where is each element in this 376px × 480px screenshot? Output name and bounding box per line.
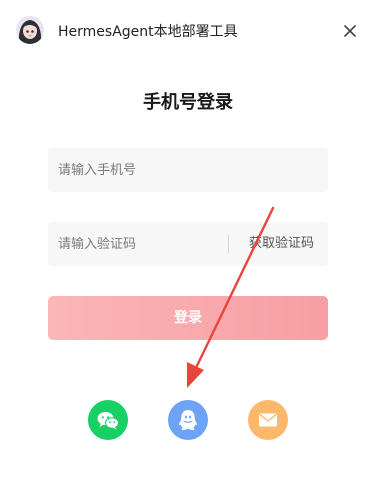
wechat-icon <box>97 412 119 430</box>
login-button[interactable]: 登录 <box>48 296 328 340</box>
page-title: 手机号登录 <box>143 92 233 113</box>
phone-input[interactable] <box>48 148 328 192</box>
verification-code-input[interactable] <box>48 222 228 266</box>
avatar-image <box>16 16 44 44</box>
close-button[interactable] <box>342 23 358 39</box>
qq-login-button[interactable] <box>168 400 208 440</box>
email-login-button[interactable] <box>248 400 288 440</box>
avatar <box>16 16 44 44</box>
mail-icon <box>259 413 277 427</box>
qq-icon <box>179 410 197 430</box>
login-window: HermesAgent本地部署工具 手机号登录 获取验证码 登录 <box>0 0 376 480</box>
app-title: HermesAgent本地部署工具 <box>58 24 238 40</box>
code-field-container: 获取验证码 <box>48 222 328 266</box>
field-divider <box>228 235 229 253</box>
close-icon <box>344 25 356 37</box>
get-code-button[interactable]: 获取验证码 <box>249 222 314 266</box>
wechat-login-button[interactable] <box>88 400 128 440</box>
window-header: HermesAgent本地部署工具 <box>0 0 376 62</box>
phone-field-container <box>48 148 328 192</box>
